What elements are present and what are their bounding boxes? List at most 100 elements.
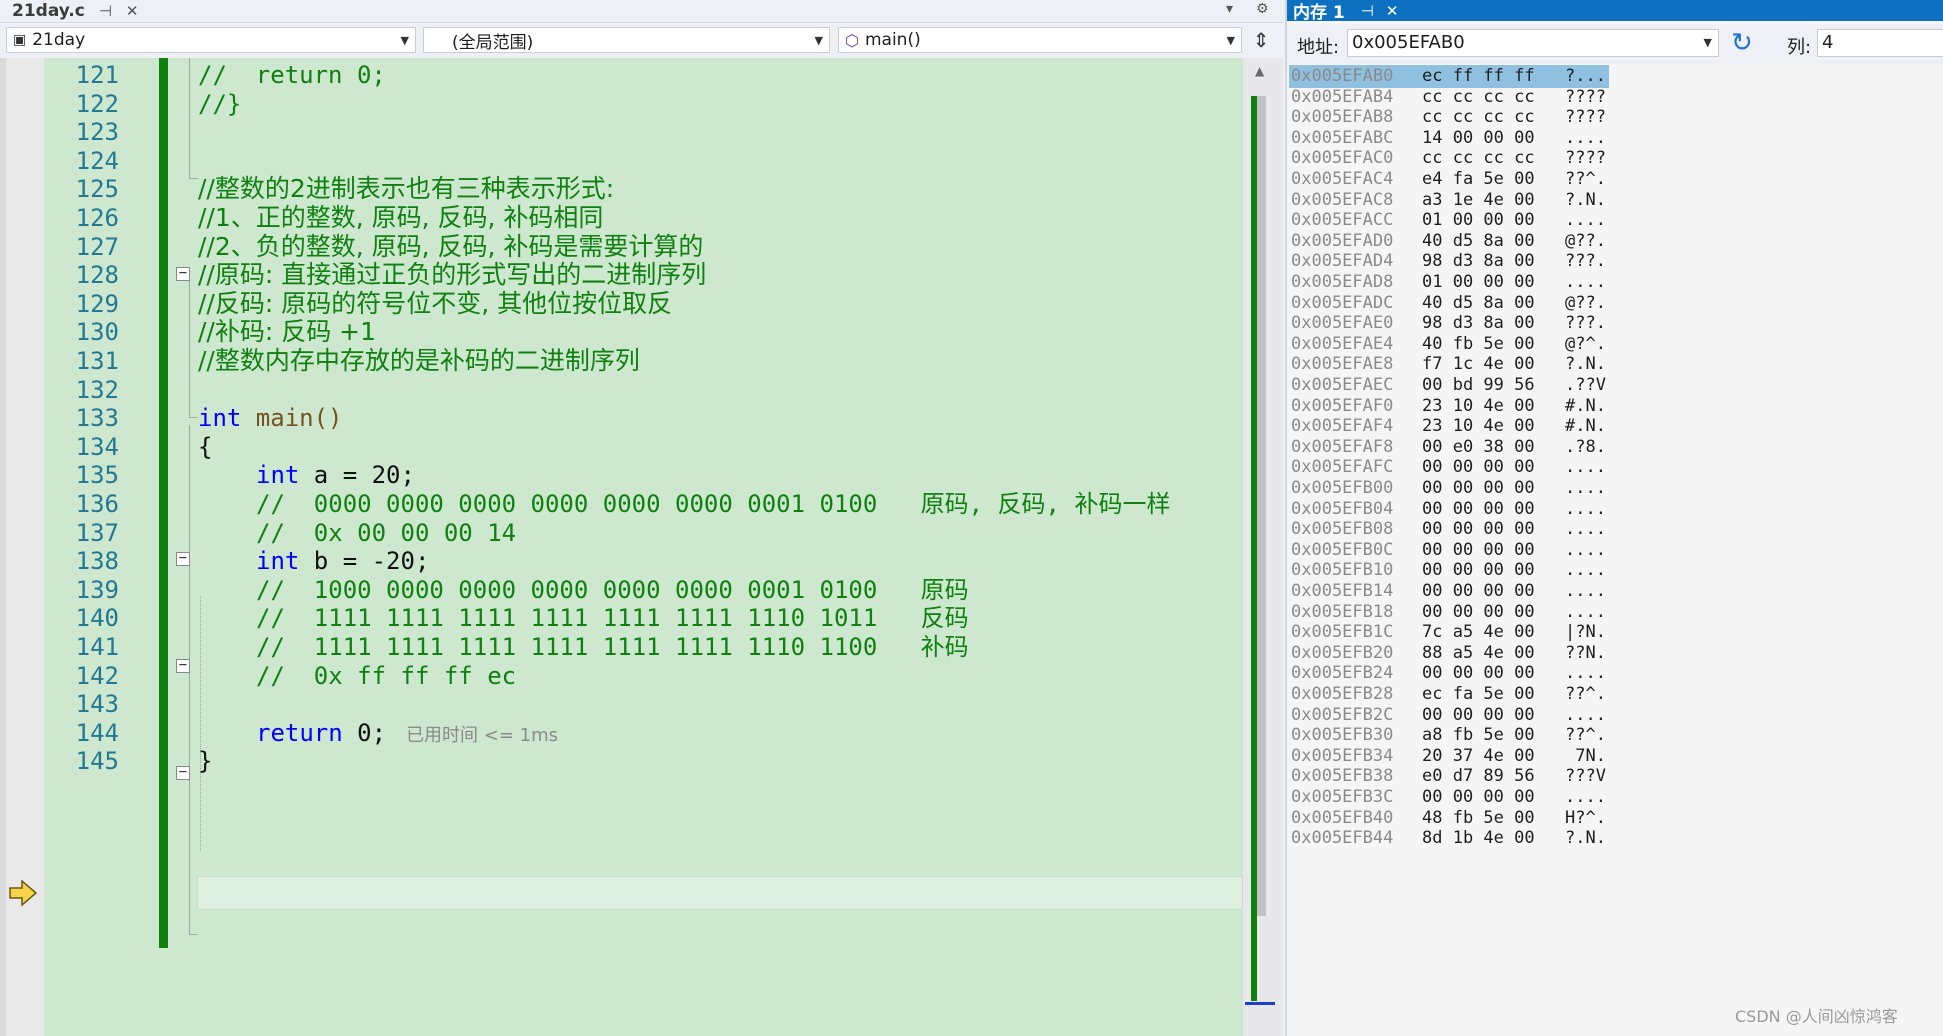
line-number: 134 [75,432,119,461]
close-icon[interactable]: ✕ [1380,2,1405,20]
code-area[interactable]: − − − − 121 // return 0; 122 //} 123 124 125 //… [0,58,1283,1036]
memory-toolbar: 地址: 0x005EFAB0 ▼ ↻ 列: 4 [1287,24,1943,64]
memory-row[interactable]: 0x005EFB44 8d 1b 4e 00 ?.N. [1287,826,1943,851]
code-line: // 0x 00 00 00 14 [256,518,517,547]
code-token: main() [241,404,343,433]
code-line: // 1111 1111 1111 1111 1111 1111 1110 10… [256,604,969,633]
line-number: 126 [75,204,119,232]
memory-window: 内存 1 ⊣ ✕ 地址: 0x005EFAB0 ▼ ↻ 列: 4 0x005EF… [1285,0,1943,1036]
memory-ascii: ?.N. [1565,828,1606,849]
line-number: 136 [75,490,119,518]
line-number: 137 [75,518,119,547]
line-number: 141 [75,633,119,661]
line-number: 121 [75,61,119,89]
line-number: 138 [75,547,119,576]
scrollbar-change-marker [1251,96,1257,1001]
code-line: { [198,432,213,461]
line-number: 133 [75,404,119,433]
collapse-toggle[interactable]: − [176,266,190,281]
keyword-token: return [256,718,343,747]
line-number: 129 [75,289,119,318]
line-number: 123 [75,118,119,147]
fold-bracket-end [189,168,198,179]
line-number: 139 [75,575,119,604]
code-line: // 0x ff ff ff ec [256,661,517,690]
line-number: 124 [75,146,119,175]
line-number: 140 [75,604,119,633]
line-number: 143 [75,690,119,719]
line-number: 127 [75,232,119,261]
address-value: 0x005EFAB0 [1352,32,1465,53]
code-line: //补码: 反码 +1 [198,317,377,347]
gear-icon[interactable]: ⚙ [1256,1,1269,17]
code-line: // 1111 1111 1111 1111 1111 1111 1110 11… [256,633,969,661]
code-token: b = -20; [299,547,430,576]
line-number: 144 [75,718,119,747]
code-line: //2、负的整数, 原码, 反码, 补码是需要计算的 [198,231,704,261]
line-number: 130 [75,318,119,347]
collapse-toggle[interactable]: − [176,765,190,780]
function-name: main() [864,30,921,50]
collapse-toggle[interactable]: − [176,658,190,673]
keyword-token: int [198,404,242,433]
code-line: // return 0; [198,61,386,89]
columns-input[interactable]: 4 [1817,29,1943,57]
scope-dropdown[interactable]: (全局范围) ▼ [423,27,830,53]
line-number: 145 [75,747,119,776]
code-editor-pane: 21day.c ⊣ ✕ ▾ ⚙ ▣ 21day ▼ (全局范围) ▼ ⬡ mai… [0,0,1283,1036]
chevron-down-icon: ▼ [1226,33,1235,47]
split-editor-button[interactable]: ⇕ [1247,29,1275,53]
scrollbar-thumb[interactable] [1256,96,1266,916]
line-number: 132 [75,375,119,404]
collapse-toggle[interactable]: − [176,551,190,566]
code-line: //整数内存中存放的是补码的二进制序列 [198,346,640,375]
line-number: 122 [75,89,119,118]
chevron-down-icon[interactable]: ▾ [1226,1,1233,17]
line-number: 142 [75,661,119,690]
memory-bytes: 8d 1b 4e 00 [1422,828,1535,849]
line-number: 125 [75,175,119,204]
memory-rows[interactable]: 0x005EFAB0 ec ff ff ff?... 0x005EFAB4 cc cc… [1287,64,1943,1036]
function-cube-icon: ⬡ [845,30,859,50]
code-line: // 0000 0000 0000 0000 0000 0000 0001 01… [256,490,1171,518]
execution-pointer-icon [9,879,38,907]
fold-bracket-end [189,924,198,935]
perftip-elapsed-time[interactable]: 已用时间 <= 1ms [406,725,558,746]
code-token: a = 20; [299,461,415,490]
indent-guide [200,596,201,851]
function-dropdown[interactable]: ⬡ main() ▼ [838,27,1242,53]
fold-guide [189,425,190,925]
document-tab[interactable]: 21day.c ⊣ ✕ [0,0,147,22]
address-input[interactable]: 0x005EFAB0 ▼ [1347,29,1719,57]
fold-guide [189,58,190,170]
code-line: return 0; 已用时间 <= 1ms [256,718,558,748]
line-number: 128 [75,261,119,290]
project-dropdown[interactable]: ▣ 21day ▼ [6,27,416,53]
fold-guide [189,281,190,409]
code-line: } [198,747,213,776]
chevron-down-icon: ▼ [814,33,823,47]
close-icon[interactable]: ✕ [126,2,139,20]
scrollbar-caret-marker [1245,1002,1275,1005]
pin-icon[interactable]: ⊣ [99,2,112,20]
project-icon: ▣ [13,32,27,48]
refresh-icon[interactable]: ↻ [1731,28,1753,58]
document-tab-title: 21day.c [12,1,85,21]
columns-label: 列: [1787,37,1812,58]
pin-icon[interactable]: ⊣ [1355,2,1380,20]
code-line: //1、正的整数, 原码, 反码, 补码相同 [198,203,604,232]
change-tracking-bar [159,58,168,948]
chevron-down-icon[interactable]: ▼ [1704,30,1712,56]
columns-value: 4 [1822,32,1834,53]
scroll-up-arrow-icon[interactable]: ▲ [1255,64,1264,78]
memory-window-title: 内存 1 [1293,3,1345,23]
document-tab-strip: 21day.c ⊣ ✕ ▾ ⚙ [0,0,1283,23]
vertical-scrollbar[interactable]: ▲ [1243,58,1283,1036]
keyword-token: int [256,461,300,490]
code-line: //} [198,89,242,118]
current-line-highlight [197,876,1243,910]
navigation-bar: ▣ 21day ▼ (全局范围) ▼ ⬡ main() ▼ ⇕ [0,24,1283,58]
memory-window-titlebar[interactable]: 内存 1 ⊣ ✕ [1287,0,1943,23]
code-line: int b = -20; [256,546,429,576]
line-number: 135 [75,461,119,490]
